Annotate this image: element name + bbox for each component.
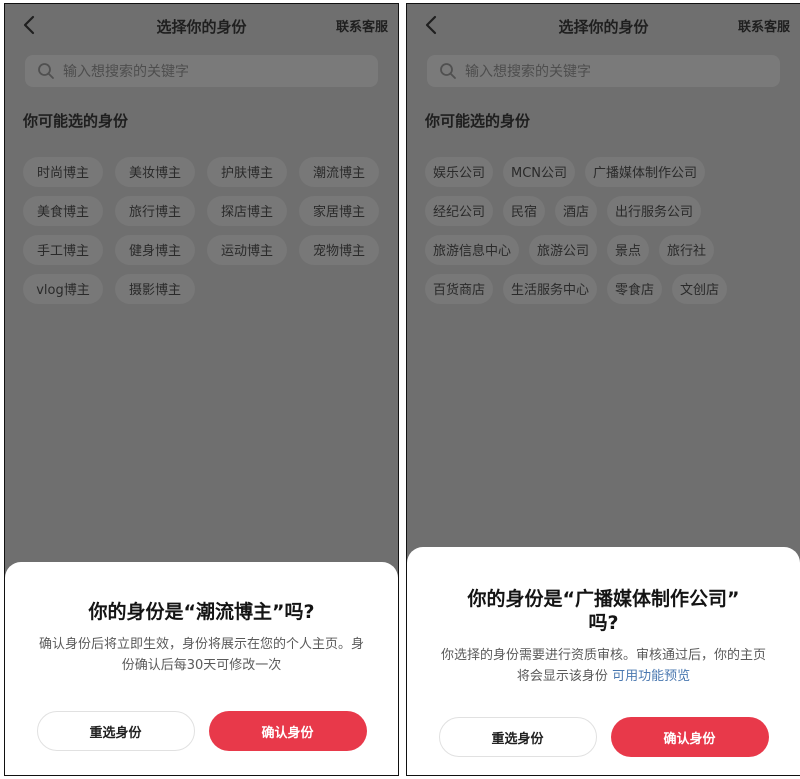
identity-tag-list: 时尚博主 美妆博主 护肤博主 潮流博主 美食博主 旅行博主 探店博主 家居博主 … bbox=[23, 152, 392, 308]
search-placeholder: 输入想搜索的关键字 bbox=[63, 64, 189, 80]
tag-row: 美食博主 旅行博主 探店博主 家居博主 bbox=[23, 191, 392, 230]
identity-tag[interactable]: 旅游公司 bbox=[529, 234, 598, 265]
identity-tag[interactable]: 旅行社 bbox=[659, 234, 715, 265]
tag-row: vlog博主 摄影博主 bbox=[23, 269, 392, 308]
identity-tag[interactable]: 旅游信息中心 bbox=[425, 234, 520, 265]
reselect-identity-button[interactable]: 重选身份 bbox=[36, 711, 195, 751]
identity-tag[interactable]: 探店博主 bbox=[207, 195, 287, 226]
identity-tag[interactable]: 经纪公司 bbox=[425, 195, 494, 226]
sheet-description: 你选择的身份需要进行资质审核。审核通过后，你的主页将会显示该身份 可用功能预览 bbox=[435, 645, 772, 687]
identity-tag[interactable]: 潮流博主 bbox=[299, 156, 379, 187]
section-title: 你可能选的身份 bbox=[23, 112, 129, 130]
sheet-title-line: 吗? bbox=[588, 612, 619, 634]
feature-preview-link[interactable]: 可用功能预览 bbox=[612, 669, 690, 684]
tag-row: 经纪公司 民宿 酒店 出行服务公司 bbox=[425, 191, 794, 230]
sheet-description: 确认身份后将立即生效，身份将展示在您的个人主页。身份确认后每30天可修改一次 bbox=[38, 637, 364, 673]
sheet-actions: 重选身份 确认身份 bbox=[5, 711, 398, 751]
identity-tag[interactable]: 娱乐公司 bbox=[425, 156, 494, 187]
sheet-description-text: 你选择的身份需要进行资质审核。审核通过后，你的主页将会显示该身份 bbox=[440, 648, 766, 684]
identity-tag[interactable]: 百货商店 bbox=[425, 273, 494, 304]
identity-tag[interactable]: 时尚博主 bbox=[23, 156, 103, 187]
sheet-title: 你的身份是“潮流博主”吗? bbox=[88, 601, 315, 623]
sheet-title: 你的身份是“广播媒体制作公司” 吗? bbox=[407, 587, 800, 635]
identity-tag[interactable]: 手工博主 bbox=[23, 234, 103, 265]
identity-tag[interactable]: 美妆博主 bbox=[115, 156, 195, 187]
identity-tag[interactable]: 美食博主 bbox=[23, 195, 103, 226]
tag-row: 娱乐公司 MCN公司 广播媒体制作公司 bbox=[425, 152, 794, 191]
search-icon bbox=[440, 63, 456, 79]
contact-support-link[interactable]: 联系客服 bbox=[336, 16, 388, 35]
screen-left: 选择你的身份 联系客服 输入想搜索的关键字 你可能选的身份 时尚博主 美妆博主 … bbox=[4, 3, 399, 776]
tag-row: 旅游信息中心 旅游公司 景点 旅行社 bbox=[425, 230, 794, 269]
confirm-identity-sheet: 你的身份是“广播媒体制作公司” 吗? 你选择的身份需要进行资质审核。审核通过后，… bbox=[407, 547, 800, 775]
search-placeholder: 输入想搜索的关键字 bbox=[465, 64, 591, 80]
confirm-identity-button[interactable]: 确认身份 bbox=[610, 717, 769, 757]
sheet-actions: 重选身份 确认身份 bbox=[407, 717, 800, 757]
search-icon bbox=[38, 63, 54, 79]
identity-tag[interactable]: 生活服务中心 bbox=[503, 273, 598, 304]
identity-tag[interactable]: MCN公司 bbox=[503, 156, 576, 187]
sheet-title-line: 你的身份是“广播媒体制作公司” bbox=[467, 588, 740, 610]
identity-tag[interactable]: 零食店 bbox=[607, 273, 663, 304]
identity-tag[interactable]: 景点 bbox=[607, 234, 650, 265]
identity-tag[interactable]: vlog博主 bbox=[23, 273, 103, 304]
nav-bar: 选择你的身份 联系客服 bbox=[407, 4, 800, 48]
identity-tag[interactable]: 宠物博主 bbox=[299, 234, 379, 265]
identity-tag[interactable]: 文创店 bbox=[672, 273, 728, 304]
tag-row: 百货商店 生活服务中心 零食店 文创店 bbox=[425, 269, 794, 308]
identity-tag[interactable]: 民宿 bbox=[503, 195, 546, 226]
identity-tag[interactable]: 护肤博主 bbox=[207, 156, 287, 187]
tag-row: 时尚博主 美妆博主 护肤博主 潮流博主 bbox=[23, 152, 392, 191]
search-input[interactable]: 输入想搜索的关键字 bbox=[25, 55, 378, 87]
reselect-identity-button[interactable]: 重选身份 bbox=[438, 717, 597, 757]
identity-tag[interactable]: 家居博主 bbox=[299, 195, 379, 226]
nav-bar: 选择你的身份 联系客服 bbox=[5, 4, 398, 48]
identity-tag[interactable]: 酒店 bbox=[555, 195, 598, 226]
search-input[interactable]: 输入想搜索的关键字 bbox=[427, 55, 780, 87]
contact-support-link[interactable]: 联系客服 bbox=[738, 16, 790, 35]
tag-row: 手工博主 健身博主 运动博主 宠物博主 bbox=[23, 230, 392, 269]
identity-tag[interactable]: 运动博主 bbox=[207, 234, 287, 265]
screen-right: 选择你的身份 联系客服 输入想搜索的关键字 你可能选的身份 娱乐公司 MCN公司… bbox=[406, 3, 800, 776]
confirm-identity-button[interactable]: 确认身份 bbox=[208, 711, 367, 751]
confirm-identity-sheet: 你的身份是“潮流博主”吗? 确认身份后将立即生效，身份将展示在您的个人主页。身份… bbox=[5, 562, 398, 775]
identity-tag-list: 娱乐公司 MCN公司 广播媒体制作公司 经纪公司 民宿 酒店 出行服务公司 旅游… bbox=[425, 152, 794, 308]
identity-tag[interactable]: 广播媒体制作公司 bbox=[585, 156, 706, 187]
section-title: 你可能选的身份 bbox=[425, 112, 531, 130]
identity-tag[interactable]: 出行服务公司 bbox=[607, 195, 702, 226]
identity-tag[interactable]: 旅行博主 bbox=[115, 195, 195, 226]
identity-tag[interactable]: 摄影博主 bbox=[115, 273, 195, 304]
identity-tag[interactable]: 健身博主 bbox=[115, 234, 195, 265]
